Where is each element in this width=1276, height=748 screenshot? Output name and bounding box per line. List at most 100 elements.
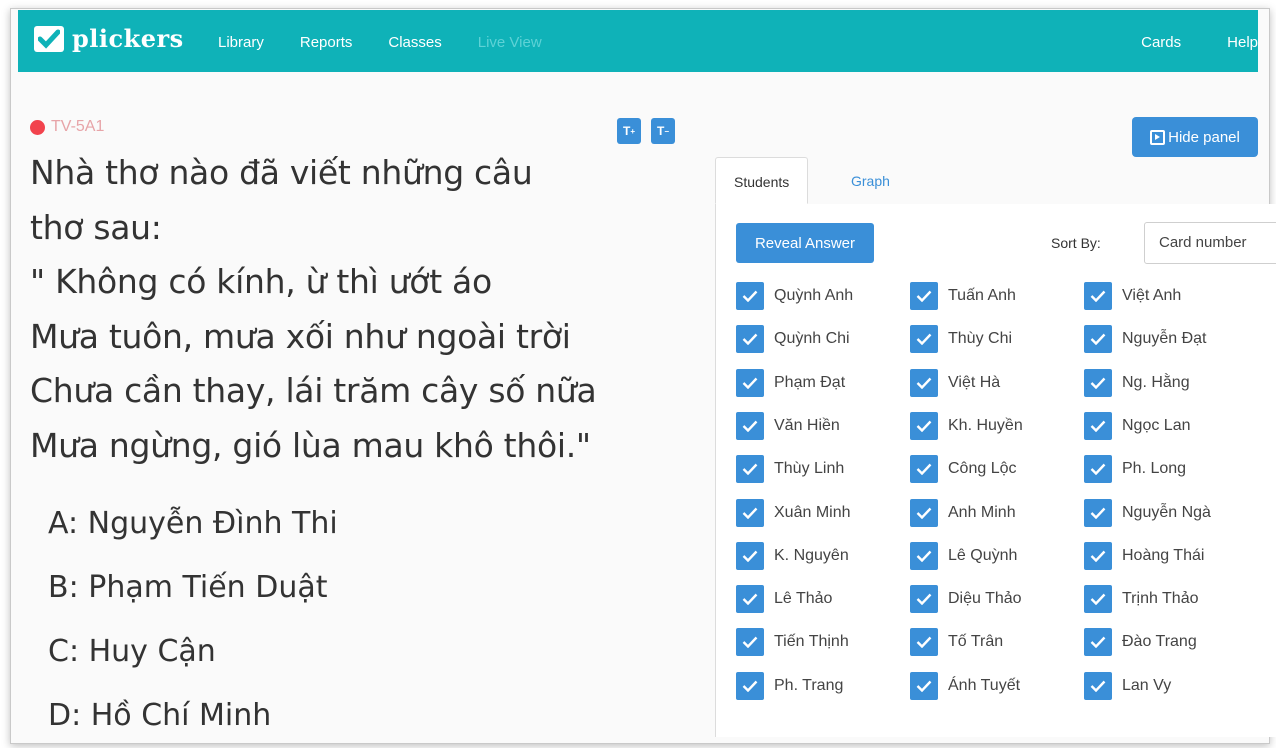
student-item[interactable]: Tiến Thịnh	[736, 627, 849, 657]
checkbox-checked-icon[interactable]	[1084, 541, 1112, 570]
student-item[interactable]: Quỳnh Chi	[736, 324, 850, 354]
answer-c: C: Huy Cận	[48, 634, 216, 669]
student-item[interactable]: Nguyễn Ngà	[1084, 498, 1211, 528]
checkbox-checked-icon[interactable]	[1084, 455, 1112, 484]
student-item[interactable]: Tố Trân	[910, 627, 1003, 657]
checkbox-checked-icon[interactable]	[1084, 368, 1112, 397]
checkbox-checked-icon[interactable]	[910, 455, 938, 484]
checkbox-checked-icon[interactable]	[1084, 325, 1112, 354]
tab-students[interactable]: Students	[715, 157, 809, 204]
hide-panel-label: Hide panel	[1168, 128, 1240, 146]
student-item[interactable]: Quỳnh Anh	[736, 281, 853, 311]
checkbox-checked-icon[interactable]	[736, 411, 764, 440]
student-name: Quỳnh Anh	[774, 287, 854, 304]
checkbox-checked-icon[interactable]	[910, 498, 938, 527]
tab-graph[interactable]: Graph	[833, 157, 908, 204]
student-item[interactable]: Nguyễn Đạt	[1084, 324, 1207, 354]
student-item[interactable]: Kh. Huyền	[910, 411, 1023, 441]
checkbox-checked-icon[interactable]	[736, 325, 764, 354]
plickers-logo[interactable]: plickers	[34, 24, 184, 53]
student-item[interactable]: Hoàng Thái	[1084, 541, 1204, 571]
checkbox-checked-icon[interactable]	[736, 282, 764, 310]
student-name: Quỳnh Chi	[774, 330, 850, 348]
checkbox-checked-icon[interactable]	[910, 541, 938, 570]
student-item[interactable]: Đào Trang	[1084, 627, 1197, 657]
checkbox-checked-icon[interactable]	[1084, 282, 1112, 310]
student-item[interactable]: Diệu Thảo	[910, 584, 1022, 614]
checkbox-checked-icon[interactable]	[1084, 498, 1112, 527]
student-item[interactable]: Ánh Tuyết	[910, 671, 1020, 701]
student-item[interactable]: Lê Quỳnh	[910, 541, 1017, 571]
reveal-answer-button[interactable]: Reveal Answer	[736, 223, 874, 263]
checkbox-checked-icon[interactable]	[910, 671, 938, 700]
nav-classes[interactable]: Classes	[388, 34, 441, 51]
answer-a: A: Nguyễn Đình Thi	[48, 506, 338, 541]
student-name: Anh Minh	[948, 503, 1016, 521]
nav-reports[interactable]: Reports	[300, 34, 353, 51]
student-name: Đào Trang	[1122, 633, 1197, 651]
student-item[interactable]: Công Lộc	[910, 454, 1017, 484]
decrease-font-label: T	[656, 124, 665, 138]
checkbox-checked-icon[interactable]	[736, 498, 764, 527]
checkbox-checked-icon[interactable]	[910, 411, 938, 440]
checkbox-checked-icon[interactable]	[910, 282, 938, 310]
student-item[interactable]: Ng. Hằng	[1084, 368, 1190, 398]
student-item[interactable]: Lan Vy	[1084, 671, 1171, 701]
student-item[interactable]: Việt Anh	[1084, 281, 1181, 311]
checkbox-checked-icon[interactable]	[1084, 628, 1112, 657]
hide-panel-button[interactable]: Hide panel	[1132, 117, 1258, 157]
student-item[interactable]: Tuấn Anh	[910, 281, 1016, 311]
student-name: Nguyễn Đạt	[1122, 330, 1207, 348]
student-name: Ph. Long	[1122, 460, 1187, 478]
nav-live-view[interactable]: Live View	[478, 34, 542, 51]
student-item[interactable]: Anh Minh	[910, 498, 1016, 528]
checkbox-checked-icon[interactable]	[736, 541, 764, 570]
decrease-font-button[interactable]: T −	[651, 118, 675, 144]
sort-select[interactable]: Card number	[1144, 222, 1276, 264]
checkbox-checked-icon[interactable]	[910, 628, 938, 657]
student-name: Diệu Thảo	[948, 590, 1022, 608]
answer-b: B: Phạm Tiến Duật	[48, 570, 328, 605]
student-item[interactable]: Thùy Chi	[910, 324, 1012, 354]
student-item[interactable]: Thùy Linh	[736, 454, 844, 484]
checkbox-checked-icon[interactable]	[736, 671, 764, 700]
student-name: Tuấn Anh	[948, 287, 1016, 304]
student-item[interactable]: Lê Thảo	[736, 584, 832, 614]
student-item[interactable]: Phạm Đạt	[736, 368, 845, 398]
increase-font-button[interactable]: T +	[617, 118, 641, 144]
student-item[interactable]: Xuân Minh	[736, 498, 851, 528]
checkbox-checked-icon[interactable]	[1084, 585, 1112, 614]
student-name: Phạm Đạt	[774, 373, 846, 391]
student-item[interactable]: Trịnh Thảo	[1084, 584, 1198, 614]
checkbox-checked-icon[interactable]	[910, 325, 938, 354]
student-name: Tố Trân	[948, 633, 1004, 651]
students-panel: Students Graph Reveal Answer Sort By: Ca…	[715, 157, 1276, 737]
student-item[interactable]: Việt Hà	[910, 368, 1000, 398]
checkbox-checked-icon[interactable]	[1084, 411, 1112, 440]
student-item[interactable]: Ngọc Lan	[1084, 411, 1191, 441]
checkbox-checked-icon[interactable]	[736, 368, 764, 397]
checkbox-checked-icon[interactable]	[736, 455, 764, 484]
student-item[interactable]: Văn Hiền	[736, 411, 840, 441]
checkbox-checked-icon[interactable]	[910, 585, 938, 614]
answer-list: A: Nguyễn Đình Thi B: Phạm Tiến Duật C: …	[48, 492, 338, 748]
checkbox-checked-icon[interactable]	[736, 585, 764, 614]
nav-library[interactable]: Library	[218, 34, 264, 51]
nav-cards[interactable]: Cards	[1141, 34, 1181, 51]
brand-name: plickers	[72, 24, 184, 53]
student-name: K. Nguyên	[774, 546, 849, 564]
answer-d: D: Hồ Chí Minh	[48, 698, 272, 733]
student-item[interactable]: Ph. Long	[1084, 454, 1186, 484]
student-item[interactable]: K. Nguyên	[736, 541, 849, 571]
nav-help[interactable]: Help	[1227, 34, 1258, 51]
checkbox-checked-icon[interactable]	[736, 628, 764, 657]
student-name: Ngọc Lan	[1122, 416, 1191, 434]
class-name: TV-5A1	[51, 118, 105, 135]
student-name: Ng. Hằng	[1122, 373, 1190, 391]
checkmark-icon	[34, 25, 64, 52]
checkbox-checked-icon[interactable]	[910, 368, 938, 397]
student-name: Công Lộc	[948, 460, 1017, 478]
student-item[interactable]: Ph. Trang	[736, 671, 843, 701]
student-name: Hoàng Thái	[1122, 546, 1205, 564]
checkbox-checked-icon[interactable]	[1084, 671, 1112, 700]
